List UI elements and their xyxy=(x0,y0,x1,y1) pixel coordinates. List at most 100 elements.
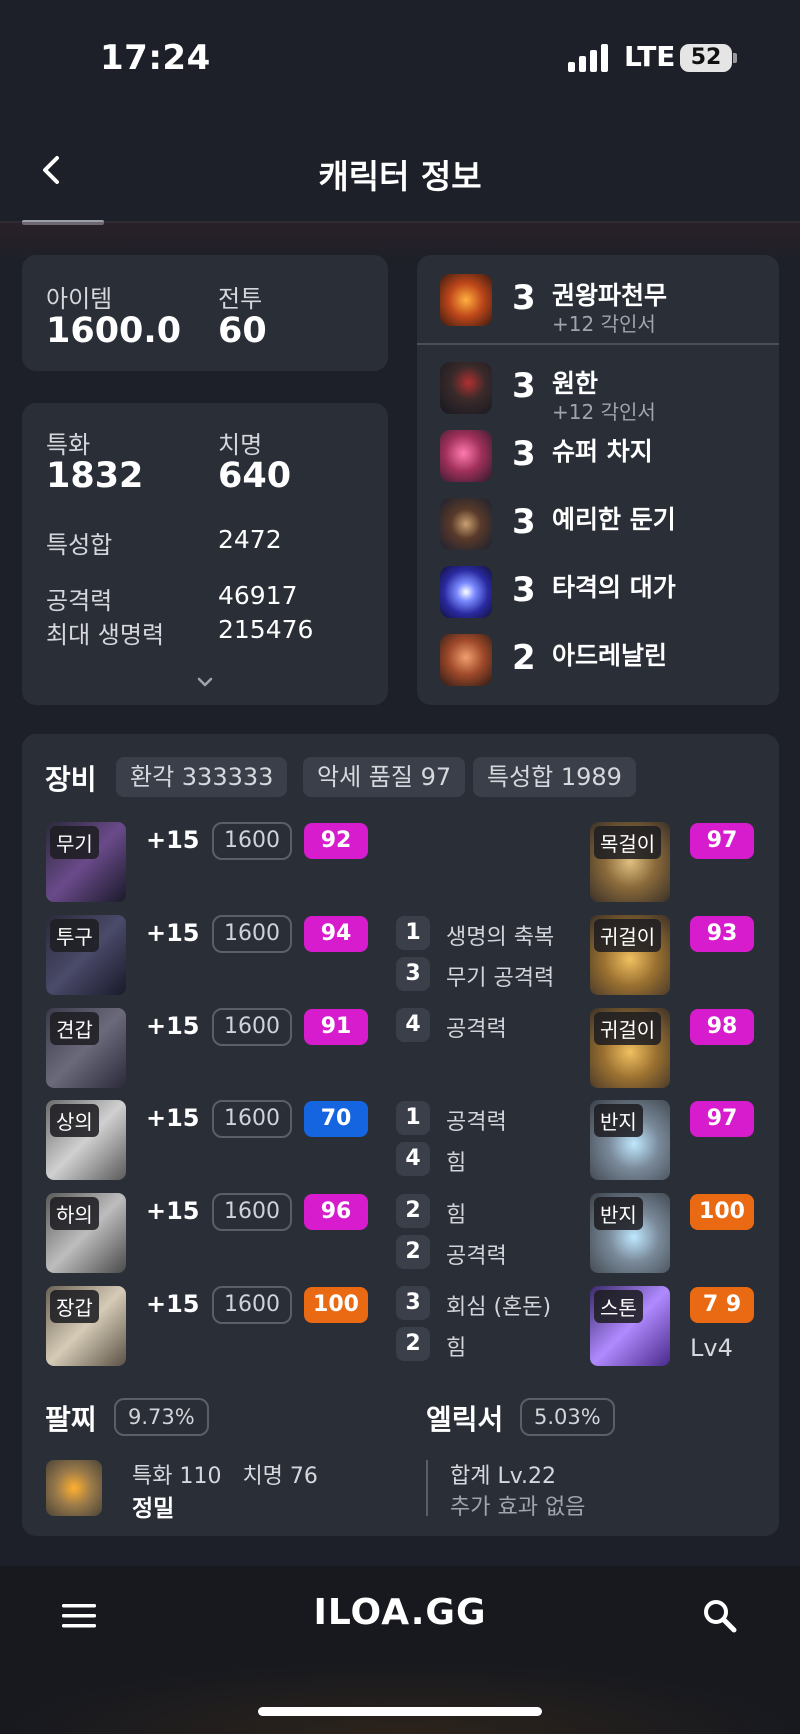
bracelet-elixir-divider xyxy=(426,1460,428,1516)
effect-name: 힘 xyxy=(446,1336,467,1361)
effect-level: 2 xyxy=(396,1194,430,1228)
bracelet-percent: 9.73% xyxy=(114,1398,209,1436)
engraving-level: 3 xyxy=(512,502,536,542)
item-tag: 투구 xyxy=(50,919,99,952)
engraving-keen-blunt-icon xyxy=(440,498,492,550)
engraving-supercharge-icon xyxy=(440,430,492,482)
upgrade-level: +15 xyxy=(146,1197,200,1225)
engraving-level: 2 xyxy=(512,638,536,678)
necklace-slot[interactable]: 목걸이 xyxy=(590,822,670,902)
combat-level-label: 전투 xyxy=(218,285,263,313)
engraving-name: 예리한 둔기 xyxy=(552,505,676,534)
app-logo[interactable]: ILOA.GG xyxy=(0,1592,800,1633)
engraving-fire-icon xyxy=(440,274,492,326)
quality-badge: 94 xyxy=(304,916,368,952)
engraving-level: 3 xyxy=(512,278,536,318)
item-level-badge: 1600 xyxy=(212,1100,292,1138)
item-tag: 무기 xyxy=(50,826,99,859)
item-level-value: 1600.0 xyxy=(46,311,182,351)
stone-level: Lv4 xyxy=(690,1334,733,1362)
item-tag: 귀걸이 xyxy=(594,1012,662,1045)
network-label: LTE xyxy=(624,40,676,73)
engraving-row[interactable]: 3 타격의 대가 xyxy=(440,566,780,626)
helmet-slot[interactable]: 투구 xyxy=(46,915,126,995)
item-level-label: 아이템 xyxy=(46,285,113,313)
battery-icon: 52 xyxy=(680,44,732,72)
engraving-name: 아드레날린 xyxy=(552,641,668,670)
quality-badge: 100 xyxy=(304,1287,368,1323)
engraving-book: +12 각인서 xyxy=(552,312,656,336)
ring-slot[interactable]: 반지 xyxy=(590,1193,670,1273)
engraving-row[interactable]: 2 아드레날린 xyxy=(440,634,780,694)
quality-badge: 96 xyxy=(304,1194,368,1230)
stat-total-chip: 특성합 1989 xyxy=(473,757,636,797)
quality-badge: 91 xyxy=(304,1009,368,1045)
elixir-title: 엘릭서 xyxy=(426,1403,504,1436)
engraving-level: 3 xyxy=(512,366,536,406)
attack-label: 공격력 xyxy=(46,587,113,615)
item-tag: 하의 xyxy=(50,1197,99,1230)
item-tag: 스톤 xyxy=(594,1290,643,1323)
effect-level: 4 xyxy=(396,1008,430,1042)
upgrade-level: +15 xyxy=(146,919,200,947)
effect-level: 4 xyxy=(396,1142,430,1176)
total-stat-value: 2472 xyxy=(218,525,282,554)
stone-slot[interactable]: 스톤 xyxy=(590,1286,670,1366)
search-icon xyxy=(704,1600,737,1633)
item-level-badge: 1600 xyxy=(212,915,292,953)
effect-level: 2 xyxy=(396,1235,430,1269)
quality-badge: 92 xyxy=(304,823,368,859)
max-hp-label: 최대 생명력 xyxy=(46,621,165,649)
elixir-total: 합계 Lv.22 xyxy=(450,1464,557,1489)
engraving-divider xyxy=(417,343,779,345)
engraving-row[interactable]: 3 원한 +12 각인서 xyxy=(440,362,780,424)
bracelet-effect: 정밀 xyxy=(132,1496,175,1522)
max-hp-value: 215476 xyxy=(218,615,314,644)
shoulder-slot[interactable]: 견갑 xyxy=(46,1008,126,1088)
bracelet-title: 팔찌 xyxy=(45,1403,97,1436)
bracelet-icon[interactable] xyxy=(46,1460,102,1516)
spec-value: 1832 xyxy=(46,456,144,496)
upgrade-level: +15 xyxy=(146,1104,200,1132)
engraving-row[interactable]: 3 슈퍼 차지 xyxy=(440,430,780,490)
effect-level: 3 xyxy=(396,957,430,991)
earring-slot[interactable]: 귀걸이 xyxy=(590,1008,670,1088)
chevron-down-icon[interactable] xyxy=(194,675,216,689)
earring-slot[interactable]: 귀걸이 xyxy=(590,915,670,995)
pants-slot[interactable]: 하의 xyxy=(46,1193,126,1273)
effect-level: 3 xyxy=(396,1286,430,1320)
gloves-slot[interactable]: 장갑 xyxy=(46,1286,126,1366)
effect-name: 공격력 xyxy=(446,1244,507,1269)
engraving-book: +12 각인서 xyxy=(552,400,656,424)
engraving-name: 권왕파천무 xyxy=(552,281,668,310)
home-indicator[interactable] xyxy=(258,1707,542,1716)
weapon-slot[interactable]: 무기 xyxy=(46,822,126,902)
effect-name: 회심 (혼돈) xyxy=(446,1295,552,1320)
upgrade-level: +15 xyxy=(146,1012,200,1040)
ring-slot[interactable]: 반지 xyxy=(590,1100,670,1180)
quality-badge: 70 xyxy=(304,1101,368,1137)
upgrade-level: +15 xyxy=(146,826,200,854)
engraving-level: 3 xyxy=(512,570,536,610)
effect-level: 1 xyxy=(396,1101,430,1135)
engraving-row[interactable]: 3 예리한 둔기 xyxy=(440,498,780,558)
upgrade-level: +15 xyxy=(146,1290,200,1318)
quality-badge: 97 xyxy=(690,1101,754,1137)
attack-value: 46917 xyxy=(218,581,298,610)
elixir-percent: 5.03% xyxy=(520,1398,615,1436)
search-button[interactable] xyxy=(700,1596,740,1636)
stone-engraving-badge: 7 9 xyxy=(690,1287,754,1323)
effect-level: 1 xyxy=(396,916,430,950)
chest-slot[interactable]: 상의 xyxy=(46,1100,126,1180)
stats-card[interactable]: 특화 1832 치명 640 특성합 2472 공격력 46917 최대 생명력… xyxy=(22,403,388,705)
engraving-master-brawler-icon xyxy=(440,566,492,618)
item-tag: 목걸이 xyxy=(594,826,662,859)
combat-level-value: 60 xyxy=(218,311,267,351)
item-tag: 반지 xyxy=(594,1104,643,1137)
engraving-row[interactable]: 3 권왕파천무 +12 각인서 xyxy=(440,274,780,336)
transcendence-chip: 환각 333333 xyxy=(116,757,288,797)
quality-badge: 93 xyxy=(690,916,754,952)
item-tag: 장갑 xyxy=(50,1290,99,1323)
item-tag: 견갑 xyxy=(50,1012,99,1045)
effect-name: 생명의 축복 xyxy=(446,925,555,950)
